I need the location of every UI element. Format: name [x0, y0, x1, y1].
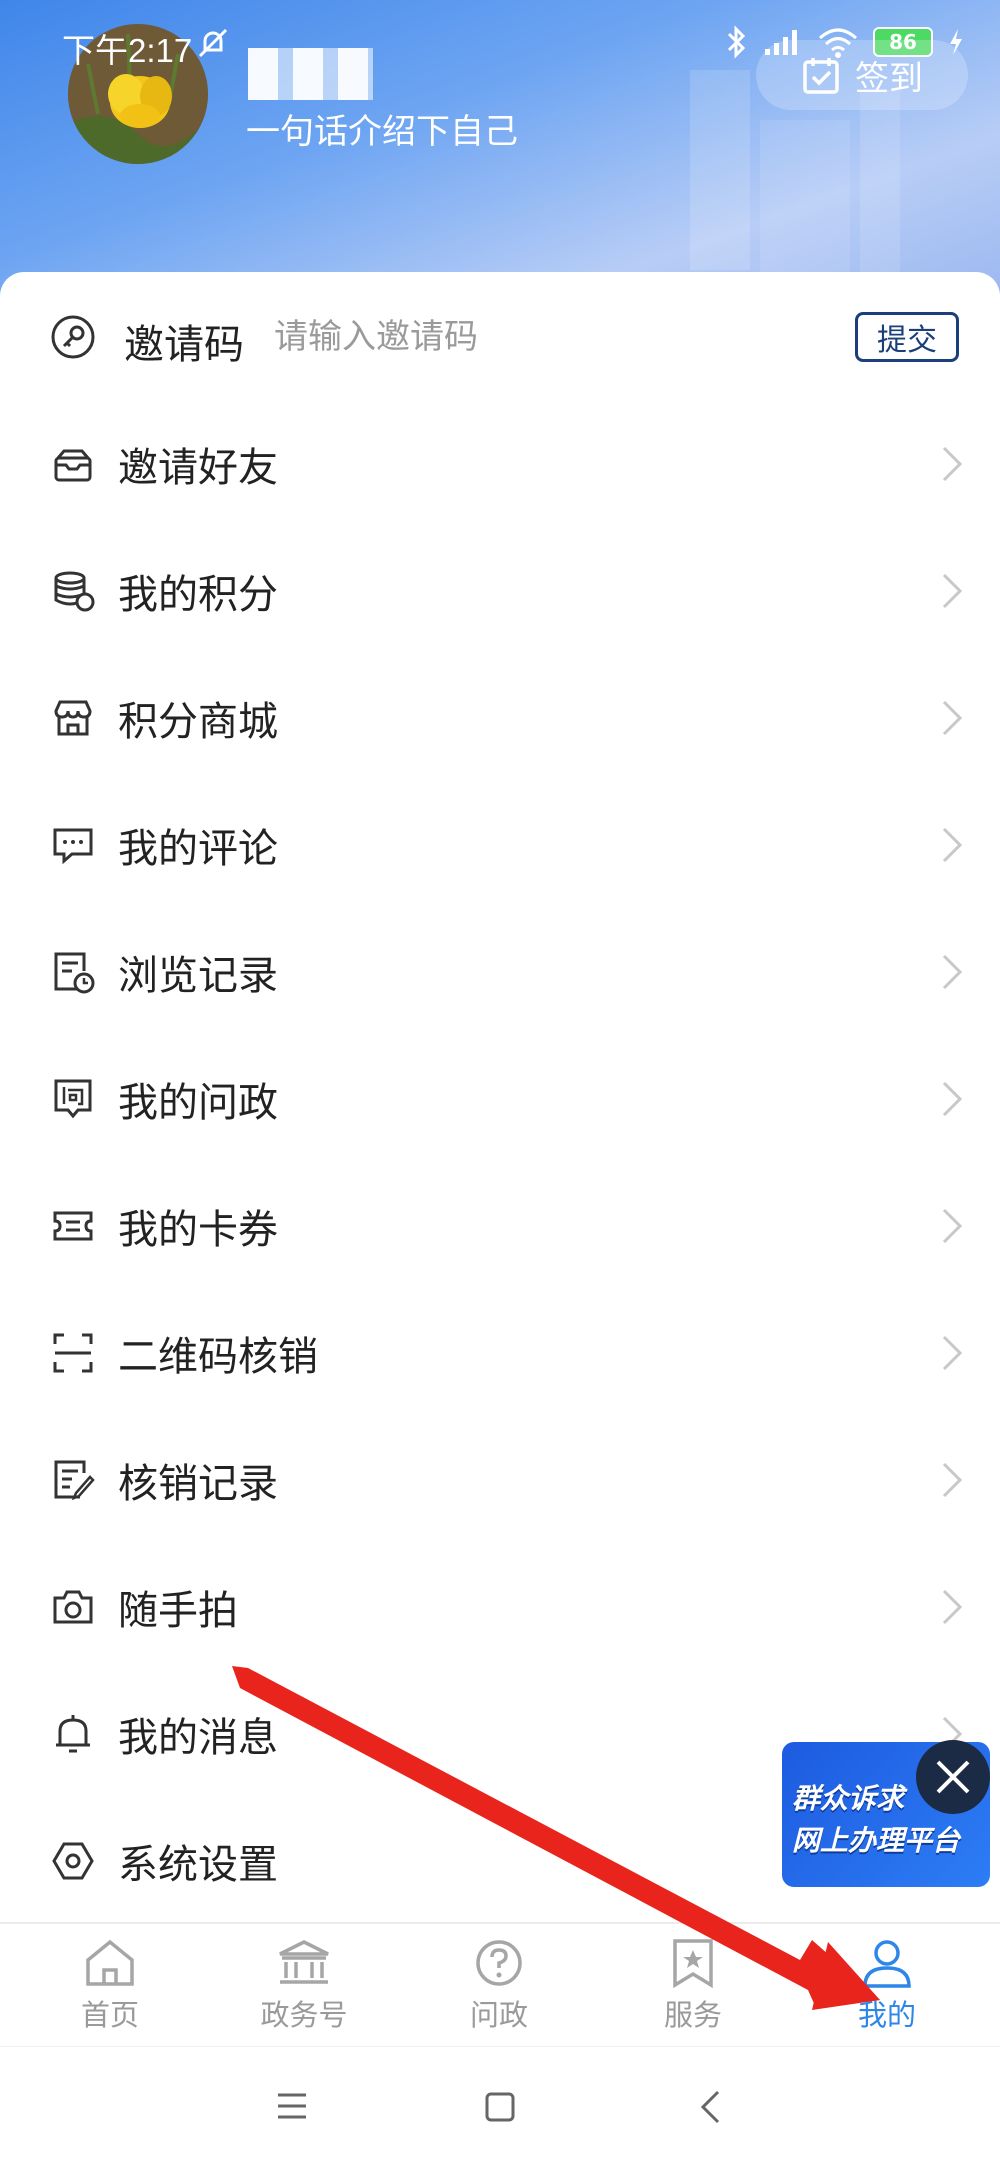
menu-item-points-mall[interactable]: 积分商城 [0, 654, 1000, 781]
banner-line-2: 网上办理平台 [792, 1824, 961, 1857]
scan-icon [53, 1333, 93, 1372]
menu-item-browse-history[interactable]: 浏览记录 [0, 908, 1000, 1035]
home-square-icon[interactable] [484, 2091, 516, 2123]
profile-signature[interactable]: 一句话介绍下自己 [246, 104, 518, 153]
user-icon [863, 1940, 911, 1988]
chevron-right-icon [942, 954, 963, 989]
close-icon [936, 1760, 970, 1794]
signin-label: 签到 [855, 58, 923, 99]
bluetooth-icon [727, 25, 746, 59]
invite-code-row: 邀请码 提交 [0, 272, 1000, 402]
chevron-right-icon [942, 1081, 963, 1116]
star-bookmark-icon [673, 1939, 713, 1988]
menu-item-my-coupons[interactable]: 我的卡券 [0, 1162, 1000, 1289]
chevron-right-icon [942, 1335, 963, 1370]
menu-label: 我的消息 [118, 1714, 278, 1761]
menu-item-my-comments[interactable]: 我的评论 [0, 781, 1000, 908]
menu-item-verify-records[interactable]: 核销记录 [0, 1416, 1000, 1543]
calendar-check-icon [803, 58, 839, 94]
store-icon [54, 700, 92, 735]
tab-me[interactable]: 我的 [812, 1938, 962, 2034]
header-decoration [690, 70, 750, 270]
camera-icon [53, 1590, 93, 1623]
menu-item-my-inquiries[interactable]: 我的问政 [0, 1035, 1000, 1162]
chevron-right-icon [942, 1208, 963, 1243]
banner-close-button[interactable] [916, 1740, 990, 1814]
chevron-right-icon [942, 1589, 963, 1624]
envelope-icon [54, 449, 92, 481]
chevron-right-icon [942, 446, 963, 481]
question-icon [476, 1940, 522, 1986]
menu-label: 我的卡券 [118, 1206, 278, 1253]
tab-government[interactable]: 政务号 [229, 1938, 379, 2034]
menu-card: 邀请码 提交 邀请好友 我的积分 积分商城 [0, 272, 1000, 1922]
settings-icon [52, 1842, 94, 1879]
menu-item-snapshot[interactable]: 随手拍 [0, 1543, 1000, 1670]
tab-label: 我的 [857, 1998, 916, 2032]
menu-item-my-points[interactable]: 我的积分 [0, 527, 1000, 654]
menu-label: 邀请好友 [118, 444, 278, 491]
header-decoration [860, 90, 900, 290]
menu-label: 我的积分 [118, 571, 278, 618]
menu-icon[interactable] [276, 2091, 308, 2121]
back-icon[interactable] [698, 2089, 722, 2125]
tab-label: 问政 [469, 1998, 528, 2032]
history-icon [54, 952, 95, 993]
tab-home[interactable]: 首页 [35, 1938, 185, 2034]
ticket-icon [53, 1211, 93, 1240]
menu-label: 随手拍 [118, 1587, 238, 1634]
menu-label: 二维码核销 [118, 1333, 318, 1380]
tab-label: 首页 [80, 1998, 139, 2032]
home-icon [86, 1939, 134, 1986]
menu-label: 浏览记录 [118, 952, 278, 999]
system-nav-bar [0, 2046, 1000, 2168]
invite-code-input[interactable] [274, 314, 814, 360]
menu-item-invite-friends[interactable]: 邀请好友 [0, 400, 1000, 527]
tab-services[interactable]: 服务 [618, 1938, 768, 2034]
coins-icon [54, 571, 95, 611]
menu-label: 我的评论 [118, 825, 278, 872]
menu-label: 我的问政 [118, 1079, 278, 1126]
chevron-right-icon [942, 827, 963, 862]
menu-label: 核销记录 [118, 1460, 278, 1507]
invite-code-label: 邀请码 [124, 322, 244, 368]
chevron-right-icon [942, 573, 963, 608]
bell-icon [56, 1714, 90, 1752]
government-icon [279, 1940, 329, 1984]
mute-bell-icon [198, 28, 228, 58]
tab-inquiry[interactable]: 问政 [424, 1938, 574, 2034]
chevron-right-icon [942, 1462, 963, 1497]
header-decoration [760, 120, 850, 280]
edit-record-icon [54, 1460, 95, 1500]
bottom-tab-bar: 首页 政务号 问政 服务 我的 [0, 1922, 1000, 2048]
status-time: 下午2:17 [62, 32, 193, 69]
chevron-right-icon [942, 700, 963, 735]
profile-header: 下午2:17 86 一句话介绍下自己 签到 [0, 0, 1000, 300]
key-icon [51, 315, 95, 359]
username [248, 48, 373, 100]
question-chat-icon [54, 1079, 92, 1118]
tab-label: 政务号 [260, 1998, 348, 2032]
signin-button[interactable]: 签到 [756, 40, 968, 110]
submit-button[interactable]: 提交 [855, 312, 959, 362]
comment-icon [53, 828, 93, 864]
menu-label: 积分商城 [118, 698, 278, 745]
menu-label: 系统设置 [118, 1841, 278, 1888]
menu-item-qr-verify[interactable]: 二维码核销 [0, 1289, 1000, 1416]
tab-label: 服务 [663, 1998, 722, 2032]
